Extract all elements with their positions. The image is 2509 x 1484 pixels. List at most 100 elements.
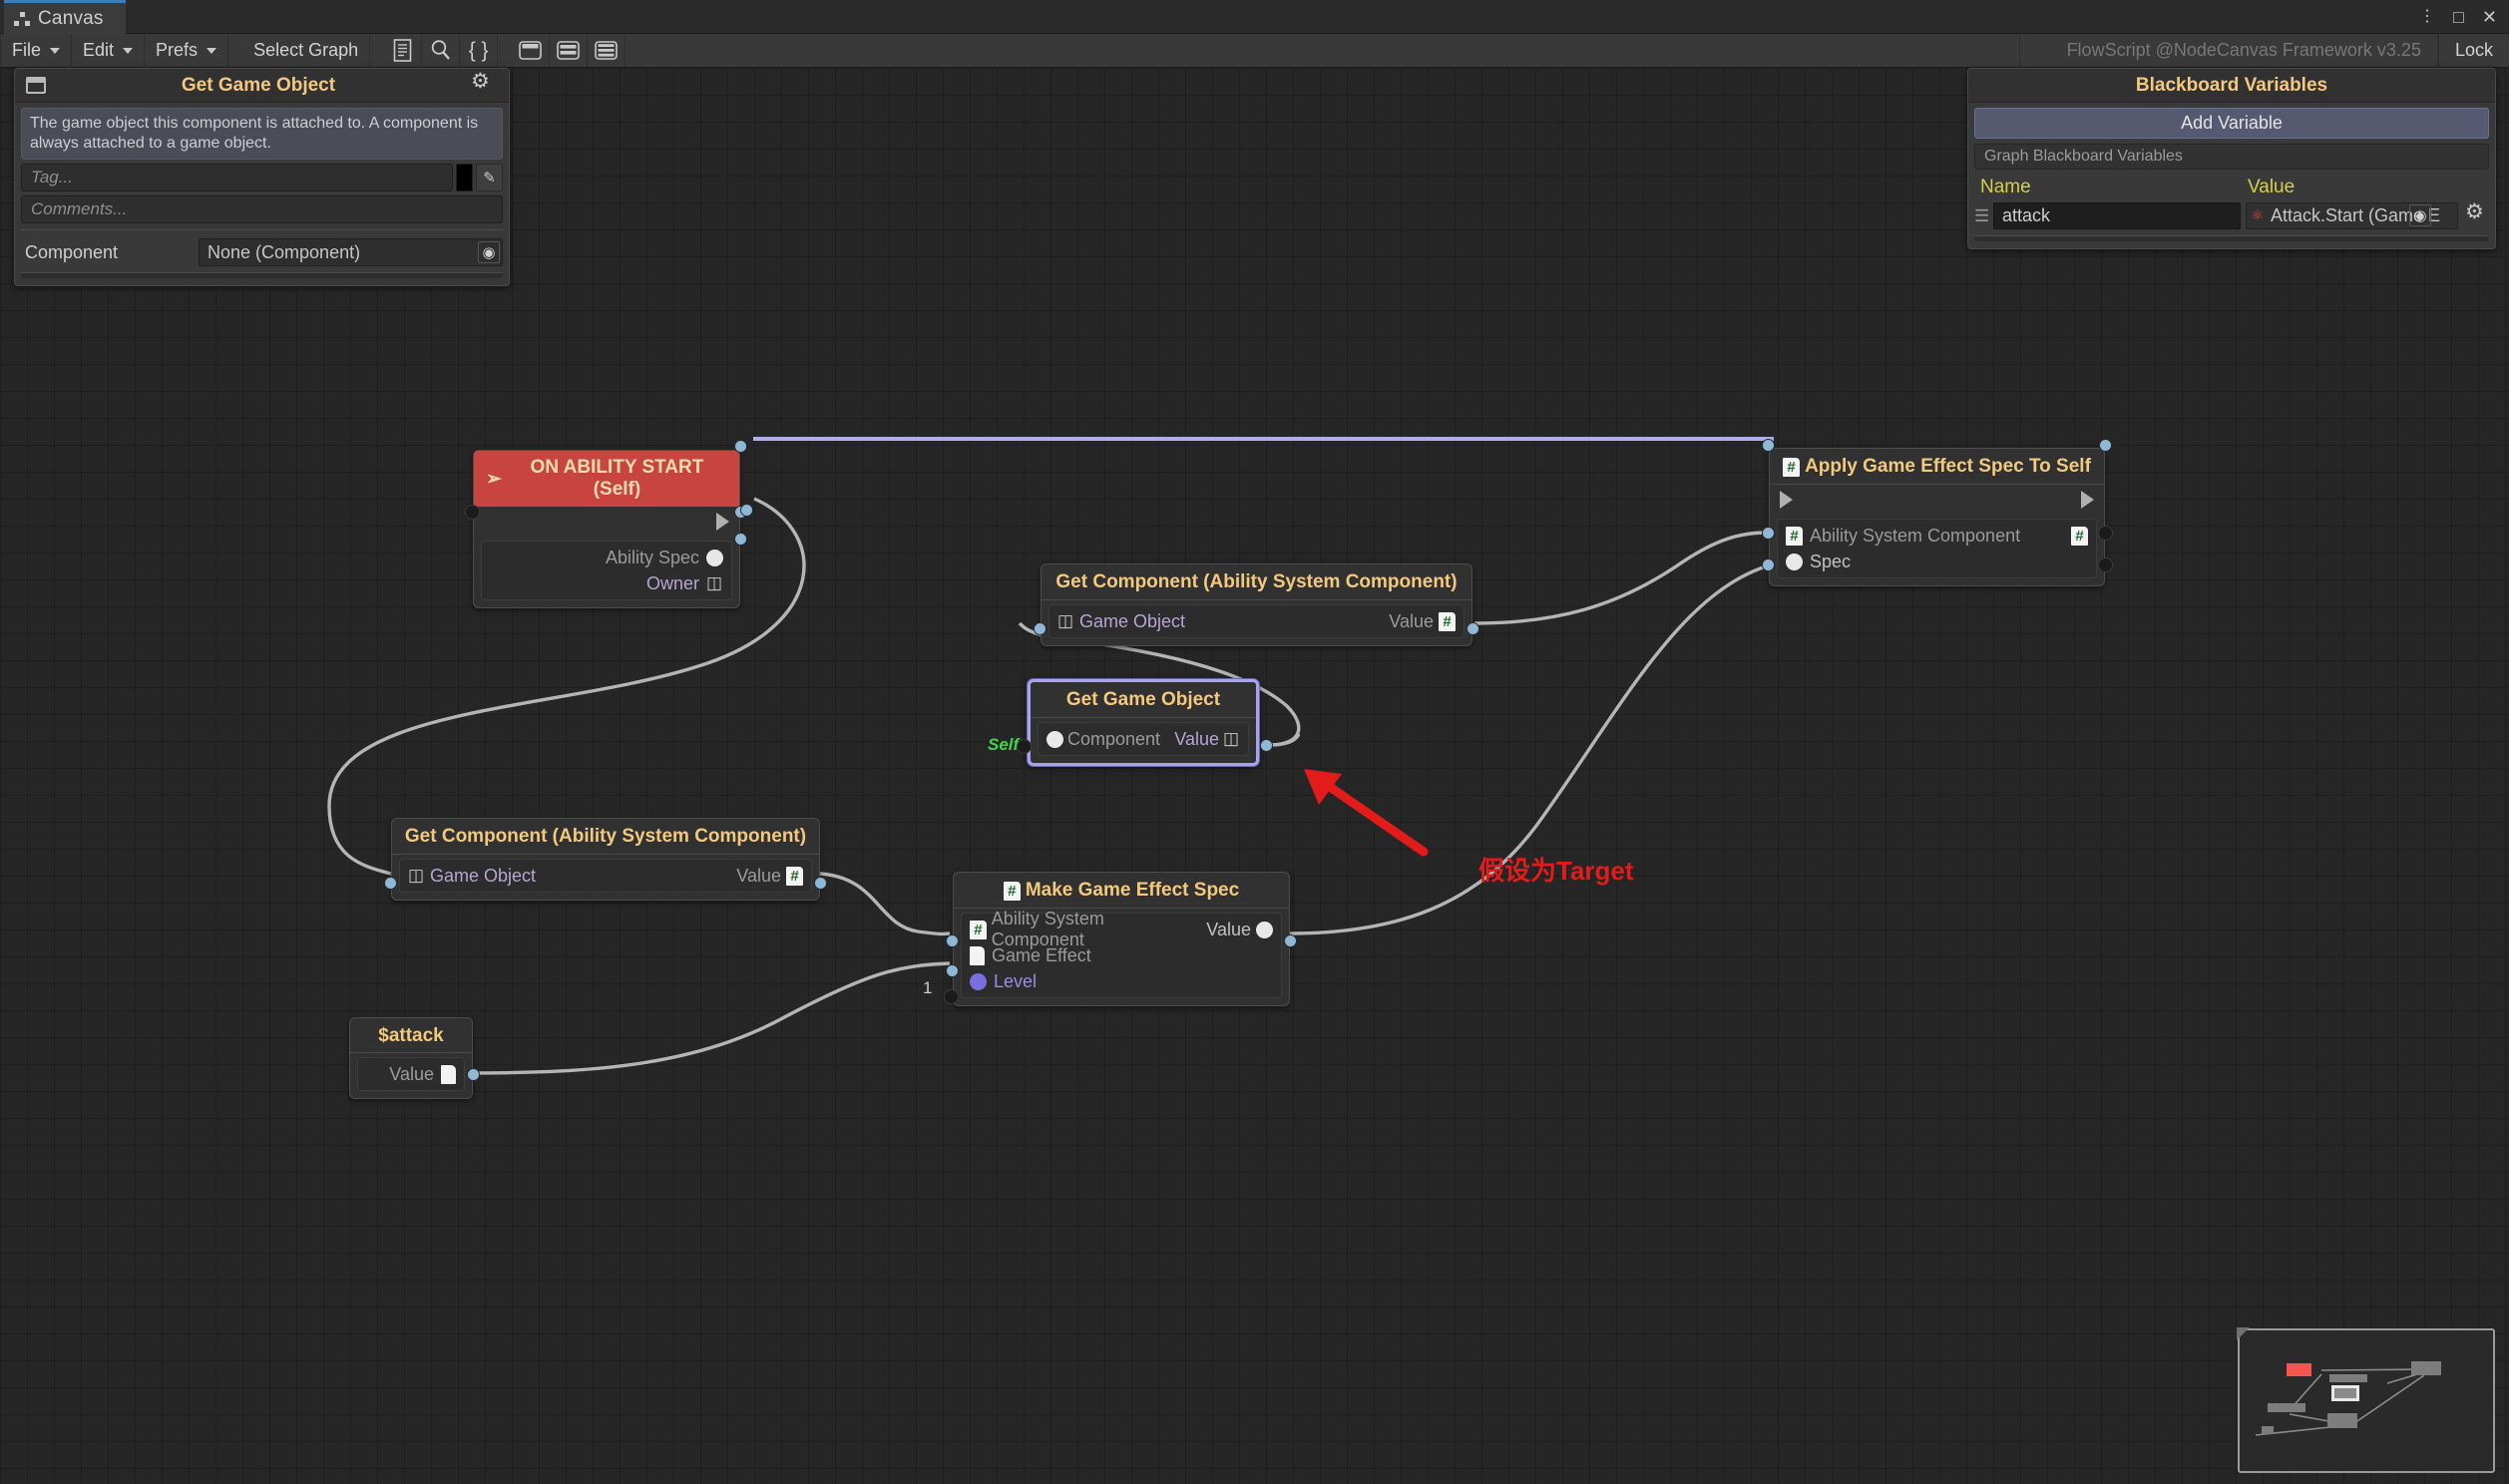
add-variable-button[interactable]: Add Variable — [1974, 108, 2489, 139]
port-ability-spec[interactable]: Ability Spec — [490, 545, 723, 570]
node-input-ports: # Ability System Component # Spec — [1777, 519, 2097, 578]
inspector-footer — [21, 272, 503, 278]
window-menu-icon[interactable]: ⋮ — [2419, 9, 2435, 25]
knob-spec-in[interactable] — [1762, 558, 1775, 571]
port-level[interactable]: Level — [970, 968, 1273, 994]
port-ability-system-component[interactable]: # Ability System Component # — [1786, 523, 2088, 549]
knob-asc-in[interactable] — [1762, 527, 1775, 540]
knob-level-in[interactable] — [944, 989, 959, 1004]
panel-top-glyph — [519, 41, 542, 60]
color-swatch[interactable] — [456, 164, 473, 191]
node-ports: Component Value ◫ — [1038, 722, 1249, 756]
drag-handle-icon[interactable]: ☰ — [1974, 207, 1988, 224]
node-make-game-effect-spec[interactable]: # Make Game Effect Spec # Ability System… — [953, 872, 1290, 1006]
knob-value-out[interactable] — [467, 1068, 480, 1081]
select-graph-button[interactable]: Select Graph — [242, 34, 370, 67]
panel-split-icon[interactable] — [550, 34, 588, 67]
node-flow-out-row[interactable] — [474, 507, 739, 537]
port-label: Game Effect — [992, 945, 1091, 966]
lock-button[interactable]: Lock — [2438, 34, 2509, 67]
knob-value-out[interactable] — [1466, 622, 1479, 635]
node-title-label: $attack — [378, 1025, 444, 1047]
nodecanvas-editor-window: Canvas ⋮ □ ✕ File Edit Prefs Select Grap… — [0, 0, 2509, 1484]
toolbar-gap-3 — [498, 34, 512, 67]
inspector-description: The game object this component is attach… — [21, 108, 503, 160]
eyedropper-icon[interactable]: ✎ — [476, 164, 503, 191]
tag-input[interactable]: Tag... — [21, 164, 453, 191]
port-game-object[interactable]: ◫ Game Object Value # — [408, 863, 803, 889]
knob-value-out[interactable] — [814, 877, 827, 890]
knob-owner-out[interactable] — [734, 533, 747, 546]
panel-top-icon[interactable] — [512, 34, 550, 67]
port-label: Game Object — [1079, 611, 1185, 632]
node-apply-game-effect-spec-to-self[interactable]: # Apply Game Effect Spec To Self # Abili… — [1769, 448, 2105, 586]
component-object-field[interactable]: None (Component) ◉ — [199, 238, 503, 266]
blackboard-variable-row[interactable]: ☰ attack ⚛ Attack.Start (Game E ◉ — [1974, 202, 2489, 229]
knob-asc-right[interactable] — [2098, 526, 2113, 541]
menu-prefs[interactable]: Prefs — [145, 34, 228, 67]
toolbar-spacer — [626, 34, 2019, 67]
gear-icon[interactable] — [471, 77, 489, 95]
hash-icon: # — [970, 921, 987, 939]
knob-flow-in[interactable] — [1762, 439, 1775, 452]
port-component[interactable]: Component Value ◫ — [1046, 726, 1240, 752]
braces-icon[interactable]: { } — [460, 34, 498, 67]
knob-flow-out[interactable] — [2099, 439, 2112, 452]
port-in-group: ◫ Game Object — [1057, 611, 1185, 632]
search-icon[interactable] — [422, 34, 460, 67]
toggle-box-icon[interactable] — [26, 77, 46, 94]
variable-value-field[interactable]: ⚛ Attack.Start (Game E ◉ — [2246, 202, 2458, 229]
panel-split-glyph — [557, 41, 580, 60]
knob-game-object-in[interactable] — [384, 877, 397, 890]
node-get-game-object[interactable]: Get Game Object Component Value ◫ — [1028, 679, 1259, 766]
knob-getgameobject-value-out[interactable] — [1260, 739, 1273, 752]
maximize-icon[interactable]: □ — [2453, 8, 2464, 26]
knob-flow-out[interactable] — [734, 440, 747, 453]
knob-game-effect-in[interactable] — [946, 964, 959, 977]
port-out-group: Value # — [1389, 611, 1456, 632]
flow-in-triangle-icon — [1780, 491, 1793, 509]
node-get-component-bottom[interactable]: Get Component (Ability System Component)… — [391, 818, 820, 901]
node-attack-variable[interactable]: $attack Value — [349, 1017, 473, 1099]
variable-name-input[interactable]: attack — [1993, 202, 2241, 229]
port-owner[interactable]: Owner ◫ — [490, 570, 723, 596]
knob-game-object-in[interactable] — [1034, 622, 1046, 635]
object-picker-icon[interactable]: ◉ — [2409, 204, 2431, 226]
knob-owner-out-dup[interactable] — [740, 504, 753, 517]
node-on-ability-start[interactable]: ➢ ON ABILITY START (Self) Ability Spec O… — [473, 450, 740, 608]
knob-component-in[interactable] — [1017, 739, 1032, 754]
blackboard-footer — [1974, 235, 2489, 241]
port-label: Value — [1206, 920, 1251, 940]
tab-canvas[interactable]: Canvas — [4, 0, 126, 34]
knob-asc-in[interactable] — [946, 934, 959, 947]
close-icon[interactable]: ✕ — [2482, 8, 2497, 26]
port-spec[interactable]: Spec — [1786, 549, 2088, 574]
node-output-ports: Ability Spec Owner ◫ — [481, 541, 732, 600]
document-icon[interactable] — [384, 34, 422, 67]
hash-icon: # — [1439, 612, 1456, 631]
node-title: Get Component (Ability System Component) — [1042, 564, 1471, 600]
port-game-effect[interactable]: Game Effect — [970, 942, 1273, 968]
port-ability-system-component[interactable]: # Ability System Component Value — [970, 917, 1273, 942]
graph-icon — [14, 12, 31, 26]
port-game-object[interactable]: ◫ Game Object Value # — [1057, 608, 1456, 634]
panel-list-icon[interactable] — [588, 34, 626, 67]
object-picker-icon[interactable]: ◉ — [478, 241, 500, 263]
knob-ability-spec-left[interactable] — [465, 505, 480, 520]
port-value[interactable]: Value — [366, 1061, 456, 1087]
gear-icon[interactable] — [2465, 207, 2483, 225]
port-out-group: Value — [1206, 920, 1273, 940]
knob-value-out[interactable] — [1284, 934, 1297, 947]
port-label: Ability System Component — [1810, 526, 2020, 547]
knob-spec-right[interactable] — [2098, 557, 2113, 572]
node-flow-row[interactable] — [1770, 485, 2104, 515]
graph-minimap[interactable] — [2238, 1328, 2495, 1473]
menu-edit[interactable]: Edit — [72, 34, 145, 67]
wire-getcomponent-top-to-apply-asc — [1474, 533, 1768, 623]
node-get-component-top[interactable]: Get Component (Ability System Component)… — [1041, 563, 1472, 646]
menu-prefs-label: Prefs — [156, 40, 198, 61]
menu-file[interactable]: File — [0, 34, 72, 67]
node-title-label: Get Component (Ability System Component) — [1055, 571, 1457, 593]
comments-input[interactable]: Comments... — [21, 195, 503, 223]
annotation-text: 假设为Target — [1478, 851, 1634, 888]
